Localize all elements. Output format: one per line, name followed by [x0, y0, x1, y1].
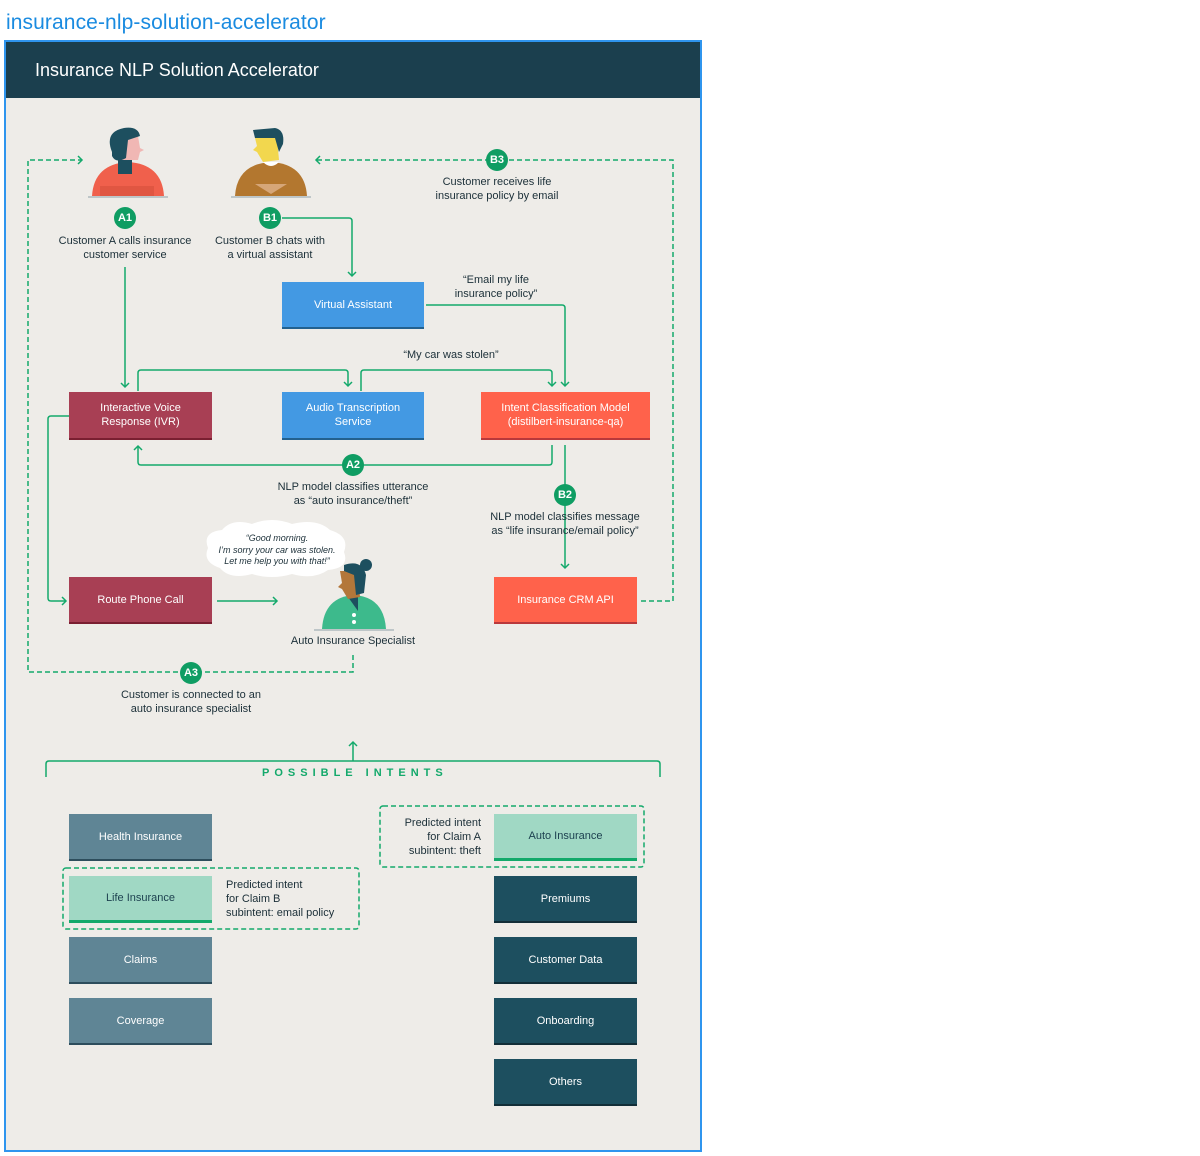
- diagram-canvas: “Good morning. I’m sorry your car was st…: [6, 42, 700, 1150]
- ivr-node[interactable]: Interactive Voice Response (IVR): [69, 392, 212, 440]
- intent-label: Coverage: [116, 1014, 165, 1027]
- claim-b-note-line: subintent: email policy: [226, 907, 335, 919]
- step-a1-label: Customer A calls insurance customer serv…: [36, 234, 214, 262]
- quote-email-policy: “Email my life insurance policy”: [426, 273, 566, 301]
- specialist-quote-line: “Good morning.: [245, 533, 309, 543]
- step-a3-text: auto insurance specialist: [130, 703, 252, 715]
- audio-transcription-node[interactable]: Audio Transcription Service: [282, 392, 424, 440]
- audio-label-line: Service: [334, 416, 372, 428]
- intent-label: Customer Data: [528, 953, 603, 966]
- badge-b3: B3: [486, 149, 508, 171]
- quote-car-stolen: “My car was stolen”: [403, 349, 499, 361]
- ivr-label: Interactive Voice Response (IVR): [100, 401, 181, 429]
- intent-premiums[interactable]: Premiums: [494, 876, 637, 923]
- step-a3-label: Customer is connected to an auto insuran…: [96, 688, 286, 716]
- step-b2-text: as “life insurance/email policy”: [491, 525, 639, 537]
- model-label: Intent Classification Model (distilbert-…: [501, 401, 629, 429]
- specialist-quote-line: Let me help you with that!”: [224, 556, 330, 566]
- step-b3-text: insurance policy by email: [435, 190, 559, 202]
- arrow-va-to-model: [426, 304, 570, 388]
- quote-text: “Email my life: [462, 274, 529, 286]
- specialist-label: Auto Insurance Specialist: [290, 635, 416, 647]
- route-phone-call-label: Route Phone Call: [97, 593, 184, 606]
- audio-label-line: Audio Transcription: [305, 402, 401, 414]
- claim-a-note: Predicted intent for Claim A subintent: …: [386, 816, 481, 858]
- audio-transcription-label: Audio Transcription Service: [306, 401, 400, 429]
- intent-label: Auto Insurance: [528, 830, 603, 842]
- intent-label: Claims: [123, 953, 158, 966]
- virtual-assistant-label: Virtual Assistant: [313, 298, 393, 311]
- diagram-frame: Insurance NLP Solution Accelerator “Good…: [4, 40, 702, 1152]
- intent-life-insurance[interactable]: Life Insurance: [69, 876, 212, 923]
- step-b1-text: Customer B chats with: [214, 235, 326, 247]
- step-b3-text: Customer receives life: [442, 176, 552, 188]
- intent-onboarding[interactable]: Onboarding: [494, 998, 637, 1045]
- claim-a-note-line: Predicted intent: [404, 817, 481, 829]
- badge-a1: A1: [114, 207, 136, 229]
- virtual-assistant-node[interactable]: Virtual Assistant: [282, 282, 424, 329]
- person-man-icon: [231, 128, 311, 198]
- step-a1-text: Customer A calls insurance: [58, 235, 192, 247]
- intent-label: Onboarding: [536, 1014, 595, 1027]
- badge-a3: A3: [180, 662, 202, 684]
- specialist-quote-line: I’m sorry your car was stolen.: [218, 544, 336, 555]
- person-woman-icon: [88, 127, 168, 198]
- claim-b-note: Predicted intent for Claim B subintent: …: [226, 878, 356, 920]
- intent-claims[interactable]: Claims: [69, 937, 212, 984]
- intent-label: Life Insurance: [105, 892, 176, 904]
- arrow-ivr-to-route: [47, 415, 69, 606]
- badge-b2: B2: [554, 484, 576, 506]
- claim-a-note-line: for Claim A: [427, 831, 481, 843]
- ivr-label-line: Interactive Voice: [100, 402, 181, 414]
- step-b2-text: NLP model classifies message: [490, 511, 640, 523]
- ivr-label-line: Response (IVR): [101, 416, 180, 428]
- claim-b-note-line: for Claim B: [226, 893, 281, 905]
- model-label-line: Intent Classification Model: [501, 402, 630, 414]
- step-b1-text: a virtual assistant: [227, 249, 313, 261]
- intent-label: Premiums: [540, 892, 591, 905]
- model-label-line: (distilbert-insurance-qa): [507, 416, 624, 428]
- step-a3-text: Customer is connected to an: [120, 689, 262, 701]
- intent-label: Others: [548, 1075, 582, 1088]
- claim-b-note-line: Predicted intent: [226, 879, 303, 891]
- step-a2-label: NLP model classifies utterance as “auto …: [246, 480, 460, 508]
- possible-intents-title: POSSIBLE INTENTS: [262, 767, 448, 779]
- step-b1-label: Customer B chats with a virtual assistan…: [192, 234, 348, 262]
- intent-others[interactable]: Others: [494, 1059, 637, 1106]
- step-b3-label: Customer receives life insurance policy …: [406, 175, 588, 203]
- intent-health-insurance[interactable]: Health Insurance: [69, 814, 212, 861]
- claim-a-note-line: subintent: theft: [408, 845, 481, 857]
- intent-label: Health Insurance: [98, 830, 183, 843]
- crm-api-label: Insurance CRM API: [517, 593, 614, 606]
- intent-customer-data[interactable]: Customer Data: [494, 937, 637, 984]
- intent-coverage[interactable]: Coverage: [69, 998, 212, 1045]
- insurance-crm-api-node[interactable]: Insurance CRM API: [494, 577, 637, 624]
- badge-a2: A2: [342, 454, 364, 476]
- quote-text: insurance policy”: [454, 288, 538, 300]
- intent-classification-model-node[interactable]: Intent Classification Model (distilbert-…: [481, 392, 650, 440]
- page-title[interactable]: insurance-nlp-solution-accelerator: [6, 11, 326, 35]
- step-a2-text: as “auto insurance/theft”: [293, 495, 413, 507]
- intent-auto-insurance[interactable]: Auto Insurance: [494, 814, 637, 861]
- step-a1-text: customer service: [83, 249, 167, 261]
- step-a2-text: NLP model classifies utterance: [277, 481, 429, 493]
- route-phone-call-node[interactable]: Route Phone Call: [69, 577, 212, 624]
- arrow-ivr-to-audio: [137, 369, 353, 391]
- step-b2-label: NLP model classifies message as “life in…: [464, 510, 666, 538]
- badge-b1: B1: [259, 207, 281, 229]
- specialist-quote: “Good morning. I’m sorry your car was st…: [202, 533, 352, 568]
- arrow-audio-to-model: [360, 369, 557, 391]
